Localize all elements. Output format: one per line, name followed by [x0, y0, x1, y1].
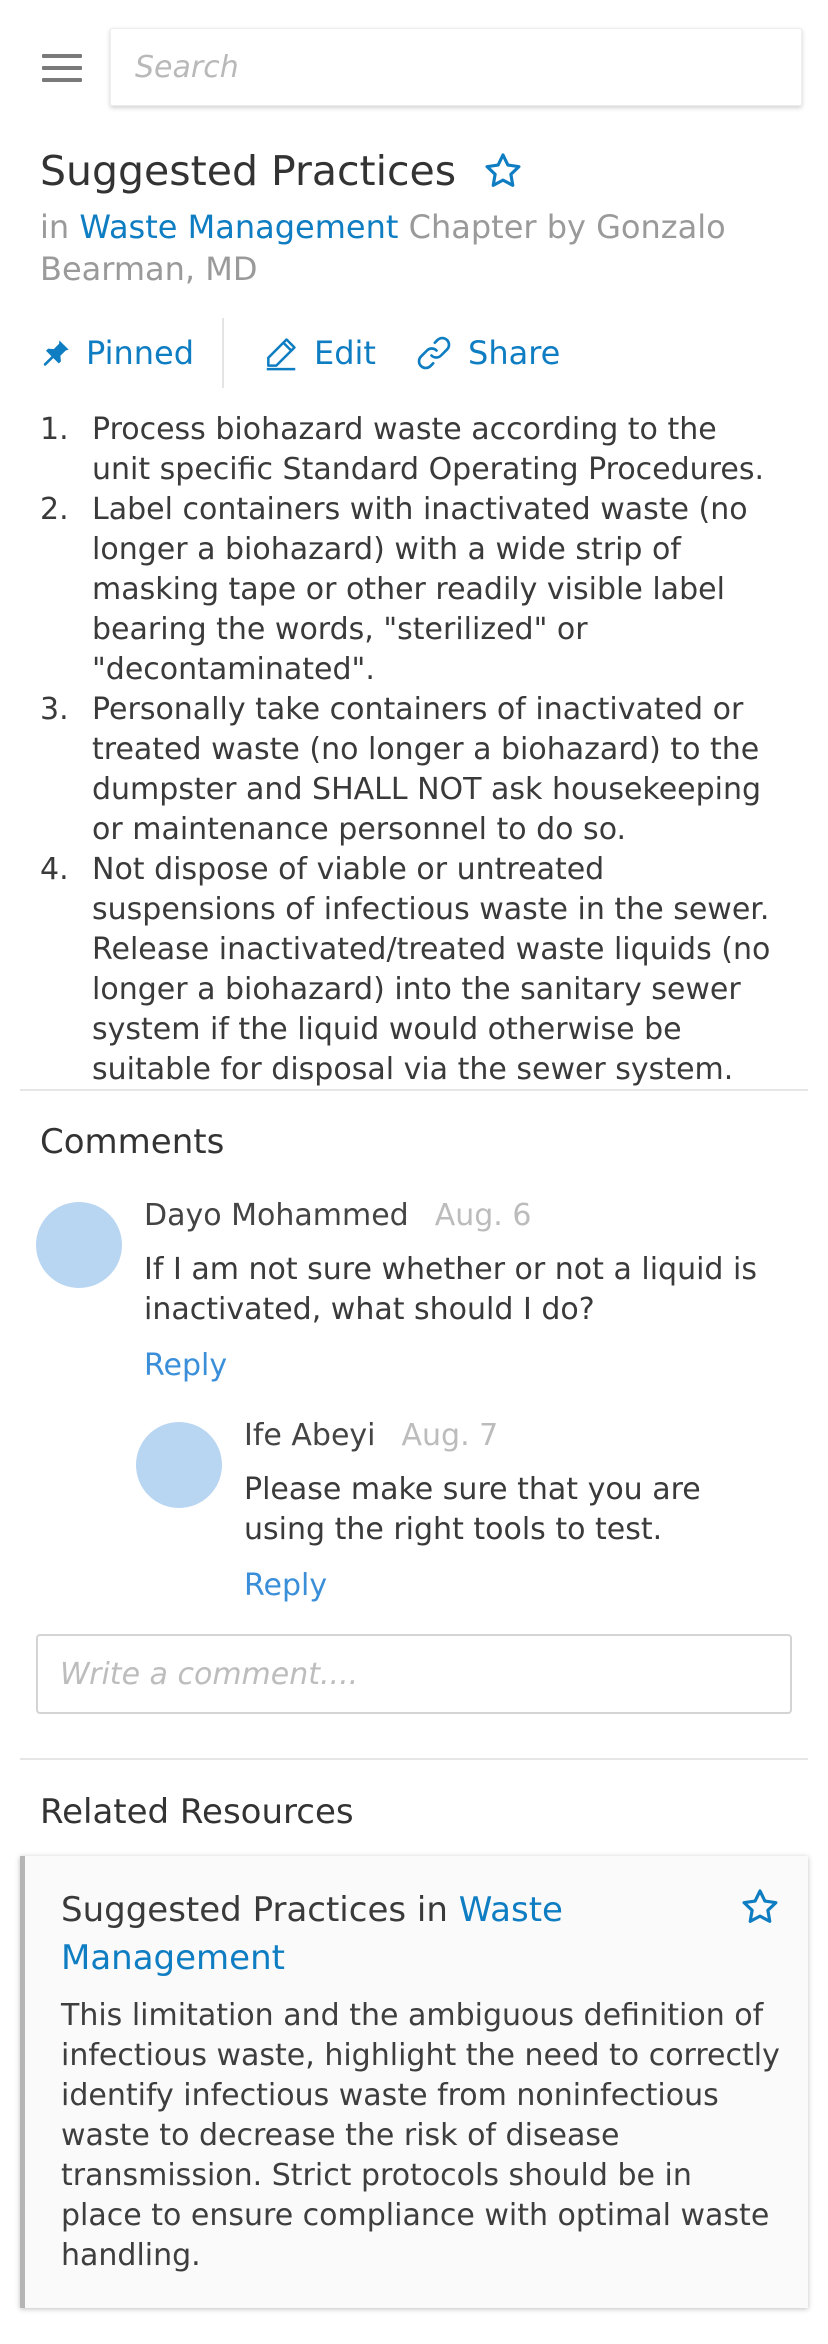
share-button[interactable]: Share [414, 318, 560, 388]
comment-input[interactable] [36, 1634, 792, 1714]
related-resources-heading: Related Resources [40, 1792, 354, 1832]
avatar[interactable] [136, 1422, 222, 1508]
comment-author: Ife Abeyi Aug. 7 [244, 1418, 498, 1453]
pencil-icon [266, 338, 296, 371]
byline: in Waste Management Chapter by Gonzalo B… [40, 206, 800, 290]
comment-date: Aug. 7 [401, 1418, 499, 1453]
list-number: 1. [40, 412, 69, 447]
action-divider [222, 318, 224, 388]
comment-text: Please make sure that you are using the … [244, 1472, 701, 1547]
share-label: Share [468, 334, 561, 372]
comment-text: If I am not sure whether or not a liquid… [144, 1252, 757, 1327]
edit-button[interactable]: Edit [262, 318, 376, 388]
list-item: 3. Personally take containers of inactiva… [40, 690, 780, 850]
list-item-text: Personally take containers of inactivate… [92, 692, 762, 847]
page-title: Suggested Practices [40, 147, 457, 195]
article-actions: Pinned Edit Share [40, 318, 800, 388]
search-input[interactable] [110, 28, 802, 106]
card-title-in: in [416, 1890, 448, 1930]
comment-author: Dayo Mohammed Aug. 6 [144, 1198, 531, 1233]
card-title-text[interactable]: Suggested Practices [61, 1890, 406, 1930]
pinned-button[interactable]: Pinned [40, 318, 194, 388]
list-item: 2. Label containers with inactivated wast… [40, 490, 780, 690]
list-number: 3. [40, 692, 69, 727]
hamburger-menu-icon[interactable] [36, 48, 92, 92]
pin-icon [43, 340, 69, 366]
comment-date: Aug. 6 [434, 1198, 532, 1233]
edit-label: Edit [314, 334, 376, 372]
card-title: Suggested Practices in Waste Management [61, 1886, 721, 1982]
comment-author-name[interactable]: Dayo Mohammed [144, 1198, 409, 1233]
practices-list: 1. Process biohazard waste according to t… [40, 410, 780, 1090]
star-outline-icon[interactable] [482, 150, 524, 192]
top-bar [0, 0, 828, 136]
related-resource-card[interactable]: Suggested Practices in Waste Management … [20, 1856, 808, 2308]
star-outline-icon[interactable] [739, 1886, 781, 1928]
list-item-text: Not dispose of viable or untreated suspe… [92, 852, 771, 1087]
reply-button[interactable]: Reply [144, 1348, 227, 1383]
comment-author-name[interactable]: Ife Abeyi [244, 1418, 376, 1453]
article-header: Suggested Practices [40, 142, 800, 200]
list-item: 1. Process biohazard waste according to t… [40, 410, 780, 490]
avatar[interactable] [36, 1202, 122, 1288]
list-item-text: Label containers with inactivated waste … [92, 492, 748, 687]
list-item: 4. Not dispose of viable or untreated sus… [40, 850, 780, 1090]
card-description: This limitation and the ambiguous defini… [61, 1998, 780, 2273]
list-number: 2. [40, 492, 69, 527]
pinned-label: Pinned [86, 334, 195, 372]
list-item-text: Process biohazard waste according to the… [92, 412, 764, 487]
link-icon [417, 336, 451, 370]
list-number: 4. [40, 852, 69, 887]
section-divider [20, 1089, 808, 1091]
section-divider [20, 1758, 808, 1760]
byline-prefix: in [40, 208, 70, 246]
comments-heading: Comments [40, 1122, 225, 1162]
reply-button[interactable]: Reply [244, 1568, 327, 1603]
category-link[interactable]: Waste Management [79, 208, 398, 246]
